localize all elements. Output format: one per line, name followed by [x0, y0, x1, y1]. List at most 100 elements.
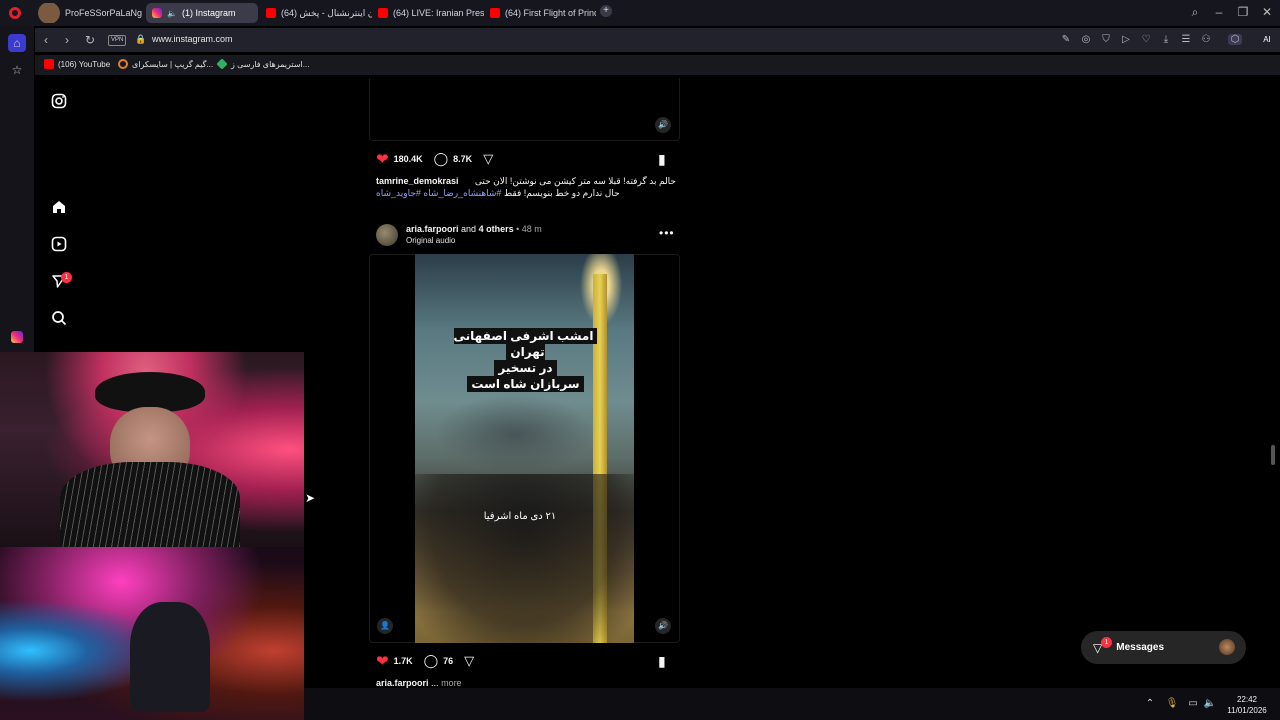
caption-username[interactable]: aria.farpoori — [376, 678, 429, 688]
person-shape — [130, 602, 210, 712]
volume-tray-icon[interactable]: 🔈 — [1203, 698, 1217, 709]
youtube-favicon-icon — [266, 8, 276, 18]
like-count: 180.4K — [393, 154, 423, 164]
tab-first-flight[interactable]: (64) First Flight of Prince R — [484, 3, 596, 23]
edit-icon[interactable]: ✎ — [1059, 34, 1073, 45]
play-icon[interactable]: ▷ — [1119, 34, 1133, 45]
scrollbar[interactable] — [1271, 445, 1275, 465]
more-options-icon[interactable]: ••• — [659, 226, 675, 240]
post1-username[interactable]: tamrine_demokrasi — [376, 175, 459, 187]
webcam-overlay-top — [0, 352, 304, 547]
tab-label: (64) First Flight of Prince R — [505, 8, 596, 18]
youtube-favicon-icon — [378, 8, 388, 18]
post1-video[interactable] — [369, 78, 680, 141]
bookmark-streamers[interactable]: استریمرهای فارسی ز... — [216, 58, 309, 70]
taskbar-clock[interactable]: 22:42 11/01/2026 — [1222, 694, 1272, 716]
caption-text-2: حال ندارم دو خط بنویسم! فقط — [503, 188, 620, 198]
tab-label: (64) ایران اینترنشنال - پخش — [281, 7, 372, 18]
restore-icon[interactable]: ❐ — [1235, 5, 1251, 19]
lock-icon[interactable]: 🔒 — [135, 34, 146, 45]
bookmark-label: (106) YouTube — [58, 59, 111, 69]
clock-time: 22:42 — [1236, 695, 1258, 704]
instagram-icon[interactable] — [49, 93, 69, 113]
home-icon[interactable] — [49, 199, 69, 219]
instagram-sidebar-icon[interactable] — [8, 330, 26, 348]
comment-count: 76 — [443, 656, 454, 666]
tab-instagram[interactable]: 🔈 (1) Instagram — [146, 3, 258, 23]
volume-icon[interactable]: 🔊 — [655, 117, 671, 133]
bookmark-label: گیم گریپ | سایسکرای... — [132, 59, 214, 69]
avatar — [1219, 639, 1235, 655]
gamegrip-favicon-icon — [118, 59, 128, 69]
messages-badge: 1 — [1101, 637, 1112, 648]
reload-icon[interactable]: ↻ — [83, 33, 97, 47]
opera-logo-icon[interactable] — [9, 7, 21, 19]
tab-iran-international[interactable]: (64) ایران اینترنشنال - پخش — [260, 3, 372, 23]
profile-avatar-icon — [38, 3, 60, 23]
tab-stream[interactable]: ProFeSSorPaLaNg Stream — [32, 3, 144, 23]
tab-label: (64) LIVE: Iranian Presiden — [393, 8, 484, 18]
post2-video[interactable] — [415, 254, 634, 643]
others-link[interactable]: 4 others — [479, 224, 514, 234]
heart-icon[interactable]: ❤ — [376, 652, 389, 670]
network-icon[interactable]: ▭ — [1186, 698, 1200, 709]
heart-bookmark-icon[interactable]: ♡ — [1139, 34, 1153, 45]
pin-icon[interactable]: ☆ — [8, 61, 26, 79]
search-icon[interactable] — [49, 310, 69, 330]
back-icon[interactable]: ‹ — [39, 33, 53, 47]
avatar[interactable] — [376, 224, 398, 246]
post2-author: aria.farpoori and 4 others • 48 m — [406, 224, 542, 234]
post2-caption: aria.farpoori ... more — [376, 678, 462, 688]
and-text: and — [461, 224, 477, 234]
vpn-badge[interactable]: VPN — [108, 35, 127, 46]
speaker-icon[interactable]: 🔈 — [167, 9, 177, 18]
extension-icon[interactable]: ⬡ — [1228, 34, 1242, 45]
more-link[interactable]: more — [441, 678, 462, 688]
tab-live-iranian[interactable]: (64) LIVE: Iranian Presiden — [372, 3, 484, 23]
bookmark-icon[interactable]: ▮ — [658, 653, 666, 670]
post2-actions: ❤ 1.7K ◯ 76 ▽ — [376, 652, 676, 670]
share-icon[interactable]: ▽ — [464, 653, 474, 669]
share-icon[interactable]: ▽ — [483, 151, 493, 167]
bookmark-youtube[interactable]: (106) YouTube — [44, 59, 110, 69]
reels-icon[interactable] — [49, 236, 69, 256]
mouse-cursor-icon: ➤ — [305, 491, 316, 505]
minimize-icon[interactable]: – — [1211, 5, 1227, 19]
ai-button[interactable]: AI — [1256, 31, 1278, 49]
webcam-overlay-bottom — [0, 547, 304, 720]
post-time: 48 m — [521, 224, 542, 234]
volume-icon[interactable]: 🔊 — [655, 618, 671, 634]
bookmark-icon[interactable]: ▮ — [658, 151, 666, 168]
microphone-icon[interactable]: 🎙 — [1165, 698, 1179, 709]
bookmark-gamegrip[interactable]: گیم گریپ | سایسکرای... — [118, 59, 213, 69]
close-icon[interactable]: ✕ — [1259, 5, 1275, 19]
heart-icon[interactable]: ❤ — [376, 150, 389, 168]
hashtags[interactable]: #شاهنشاه_رضا_شاه #جاوید_شاه — [376, 188, 501, 198]
url-field[interactable]: www.instagram.com — [152, 34, 233, 44]
smoke-shape — [435, 394, 595, 474]
shield-icon[interactable]: ⛉ — [1099, 34, 1113, 45]
notification-badge: 1 — [61, 272, 72, 283]
new-tab-button[interactable]: + — [600, 5, 612, 17]
messages-label: Messages — [1116, 642, 1165, 653]
youtube-favicon-icon — [490, 8, 500, 18]
youtube-favicon-icon — [44, 59, 54, 69]
comment-icon[interactable]: ◯ — [434, 151, 449, 167]
menu-icon[interactable]: ☰ — [1179, 34, 1193, 45]
comment-icon[interactable]: ◯ — [424, 653, 439, 669]
overlay-line: در تسخیر — [494, 360, 557, 376]
audio-link[interactable]: Original audio — [406, 236, 455, 245]
home-icon[interactable]: ⌂ — [8, 34, 26, 52]
user-tag-icon[interactable]: 👤 — [377, 618, 393, 634]
download-icon[interactable]: ⤓ — [1159, 34, 1173, 45]
post1-actions: ❤ 180.4K ◯ 8.7K ▽ — [376, 150, 676, 168]
camera-icon[interactable]: ◎ — [1079, 34, 1093, 45]
account-icon[interactable]: ⚇ — [1199, 34, 1213, 45]
video-overlay-text: امشب اشرفی اصفهانی تهران در تسخیر سربازا… — [448, 328, 603, 392]
chevron-up-icon[interactable]: ⌃ — [1143, 698, 1157, 709]
caption-ellipsis: ... — [431, 678, 439, 688]
overlay-line: سربازان شاه است — [467, 376, 584, 392]
tab-search-icon[interactable]: ⌕ — [1187, 5, 1203, 20]
forward-icon[interactable]: › — [60, 33, 74, 47]
post2-username[interactable]: aria.farpoori — [406, 224, 459, 234]
